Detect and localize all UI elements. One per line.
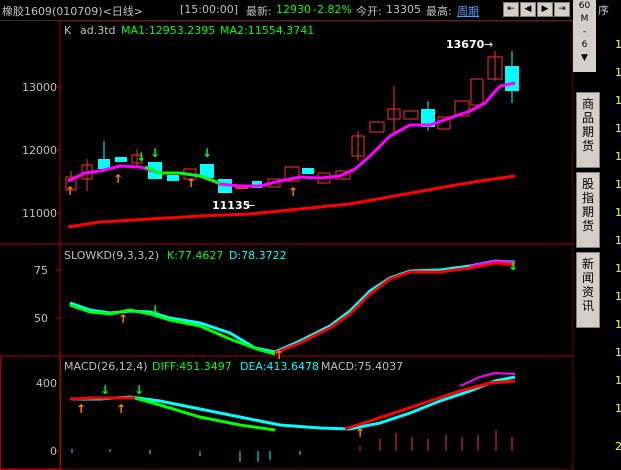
svg-text:↓: ↓ [134,383,144,397]
quote-header: 橡胶1609 (010709)<日线> [15:00:00] 最新: 12930… [0,0,573,21]
y-tick: 75 [34,264,48,277]
svg-text:↓: ↓ [508,259,518,273]
kd-d-readout: D:78.3722 [229,249,287,262]
row-index: 1 [615,374,621,387]
nav-next-icon[interactable]: ▶ [537,2,553,17]
y-tick: 0 [50,445,57,458]
quote-time: [15:00:00] [180,3,238,16]
ma2-readout: MA2:11554.3741 [220,24,314,37]
svg-text:←: ← [246,199,255,212]
svg-text:↓: ↓ [150,146,160,160]
open-label: 今开: [356,5,382,18]
svg-text:↑: ↑ [355,426,365,440]
row-index: 1 [615,206,621,219]
svg-text:↑: ↑ [76,402,86,416]
row-index: 1 [615,290,621,303]
low-annotation: 11135 [212,199,250,212]
kd-k-readout: K:77.4627 [167,249,223,262]
y-tick: 12000 [22,144,57,157]
row-index: 1 [615,66,621,79]
row-index: 1 [615,402,621,415]
open-price: 13305 [386,3,421,16]
zoom-value: 60 [578,1,591,11]
change-percent: -2.82% [313,3,352,16]
tab-index-futures[interactable]: 股指期货 [576,172,600,248]
row-index: 1 [615,94,621,107]
row-index: 1 [615,262,621,275]
latest-price: 12930 [276,3,311,16]
chart-area[interactable]: 13000 12000 11000 K ad.3td MA1:12953.239… [0,21,573,470]
macd-histogram [71,430,513,462]
chart-name: ad.3td [80,24,116,37]
kd-title: SLOWKD(9,3,3,2) [64,249,159,262]
svg-text:↓: ↓ [136,150,146,164]
macd-title: MACD(26,12,4) [64,360,148,373]
macd-value-readout: MACD:75.4037 [321,360,403,373]
zoom-separator: - [582,27,587,37]
svg-text:↓: ↓ [100,383,110,397]
macd-diff-green-line [134,396,276,432]
row-index: 1 [615,178,621,191]
nav-first-icon[interactable]: ⇤ [503,2,519,17]
svg-text:↓: ↓ [202,146,212,160]
y-tick: 50 [34,312,48,325]
ma1-readout: MA1:12953.2395 [121,24,215,37]
svg-text:↑: ↑ [288,185,298,199]
svg-text:→: → [484,38,493,51]
row-index: 1 [615,318,621,331]
contract-code: (010709)<日线> [52,5,144,18]
instrument-name: 橡胶1609 [2,5,52,18]
macd-diff-red-line [69,396,135,401]
latest-label: 最新: [246,5,272,18]
y-tick: 13000 [22,81,57,94]
tab-commodity-futures[interactable]: 商品期货 [576,92,600,168]
zoom-unit: M [580,14,589,24]
svg-text:↓: ↓ [150,303,160,317]
tab-news[interactable]: 新闻资讯 [576,252,600,328]
row-index: 2 [615,440,621,453]
candlestick-series [65,51,519,193]
kd-arrows: ↑ ↓ ↑ ↓ [118,259,518,362]
macd-dea-readout: DEA:413.6478 [240,360,319,373]
period-link[interactable]: 周期 [457,3,479,19]
macd-arrows: ↑ ↓ ↑ ↓ ↑ [76,383,365,440]
nav-last-icon[interactable]: ⇥ [554,2,570,17]
kd-k-line [69,303,276,356]
nav-prev-icon[interactable]: ◀ [520,2,536,17]
kd-k-rising-line [274,261,516,355]
svg-text:↑: ↑ [186,176,196,190]
row-index: 1 [615,234,621,247]
ma2-line [67,174,516,229]
svg-text:↑: ↑ [113,172,123,186]
row-index: 1 [615,122,621,135]
row-index: 1 [615,38,621,51]
high-annotation: 13670 [446,38,485,51]
row-index: 1 [615,346,621,359]
k-label: K [64,24,72,37]
column-header: 序 [598,4,609,17]
kd-d-line [69,259,516,354]
svg-text:↑: ↑ [116,402,126,416]
macd-diff-readout: DIFF:451.3497 [152,360,232,373]
side-panel: 60 M - 6 ▼ 商品期货 股指期货 新闻资讯 序 1 1 1 1 1 1 … [573,0,621,470]
svg-text:↑: ↑ [65,184,75,198]
zoom-control[interactable]: 60 M - 6 ▼ [573,0,596,72]
svg-text:↑: ↑ [118,312,128,326]
zoom-count: 6 [581,40,588,50]
y-tick: 400 [36,377,57,390]
ma1-line [67,81,516,188]
y-tick: 11000 [22,207,57,220]
chevron-down-icon[interactable]: ▼ [573,52,596,65]
high-label: 最高: [426,5,452,18]
row-index: 1 [615,150,621,163]
